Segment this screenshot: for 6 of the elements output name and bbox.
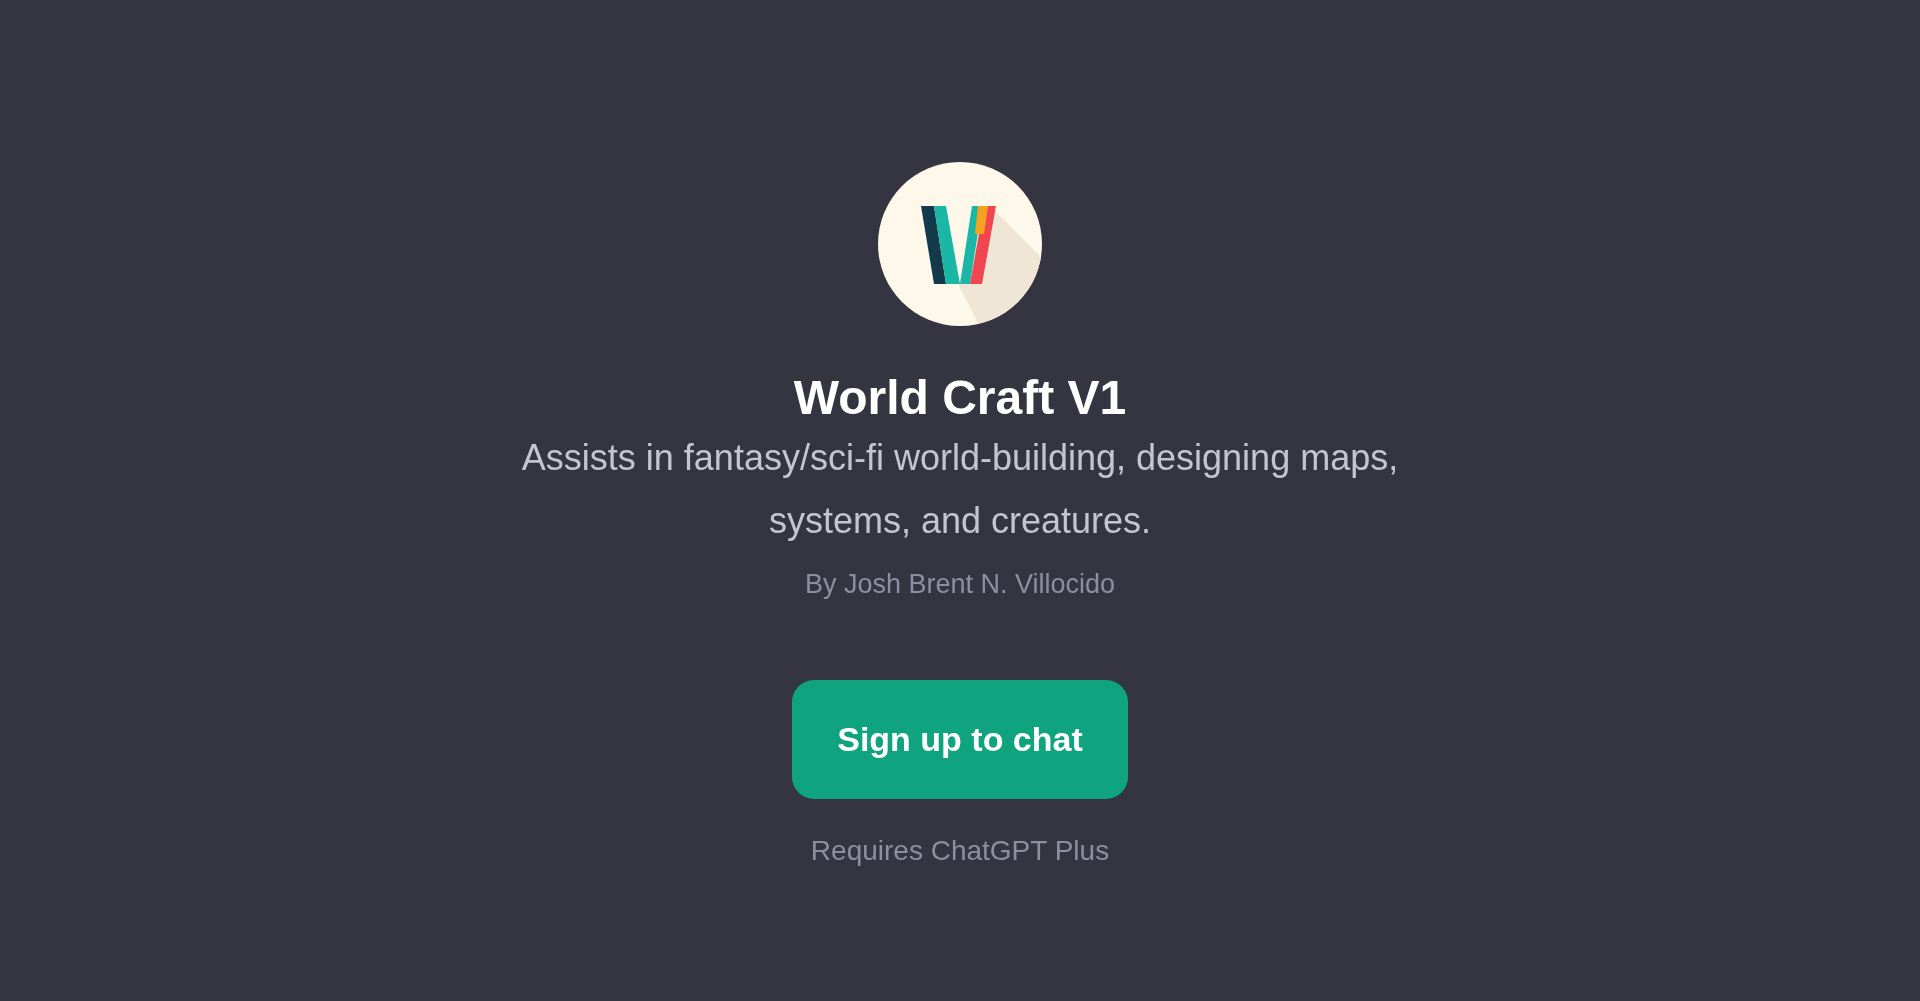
- logo-icon: [878, 162, 1042, 326]
- gpt-title: World Craft V1: [793, 370, 1127, 426]
- requirement-note: Requires ChatGPT Plus: [810, 835, 1110, 867]
- description: Assists in fantasy/sci-fi world-building, designing maps, systems, and creatures.: [520, 436, 1400, 543]
- sign-up-button[interactable]: Sign up to chat: [792, 680, 1128, 799]
- author-name: By Josh Brent N. Villocido: [804, 568, 1116, 601]
